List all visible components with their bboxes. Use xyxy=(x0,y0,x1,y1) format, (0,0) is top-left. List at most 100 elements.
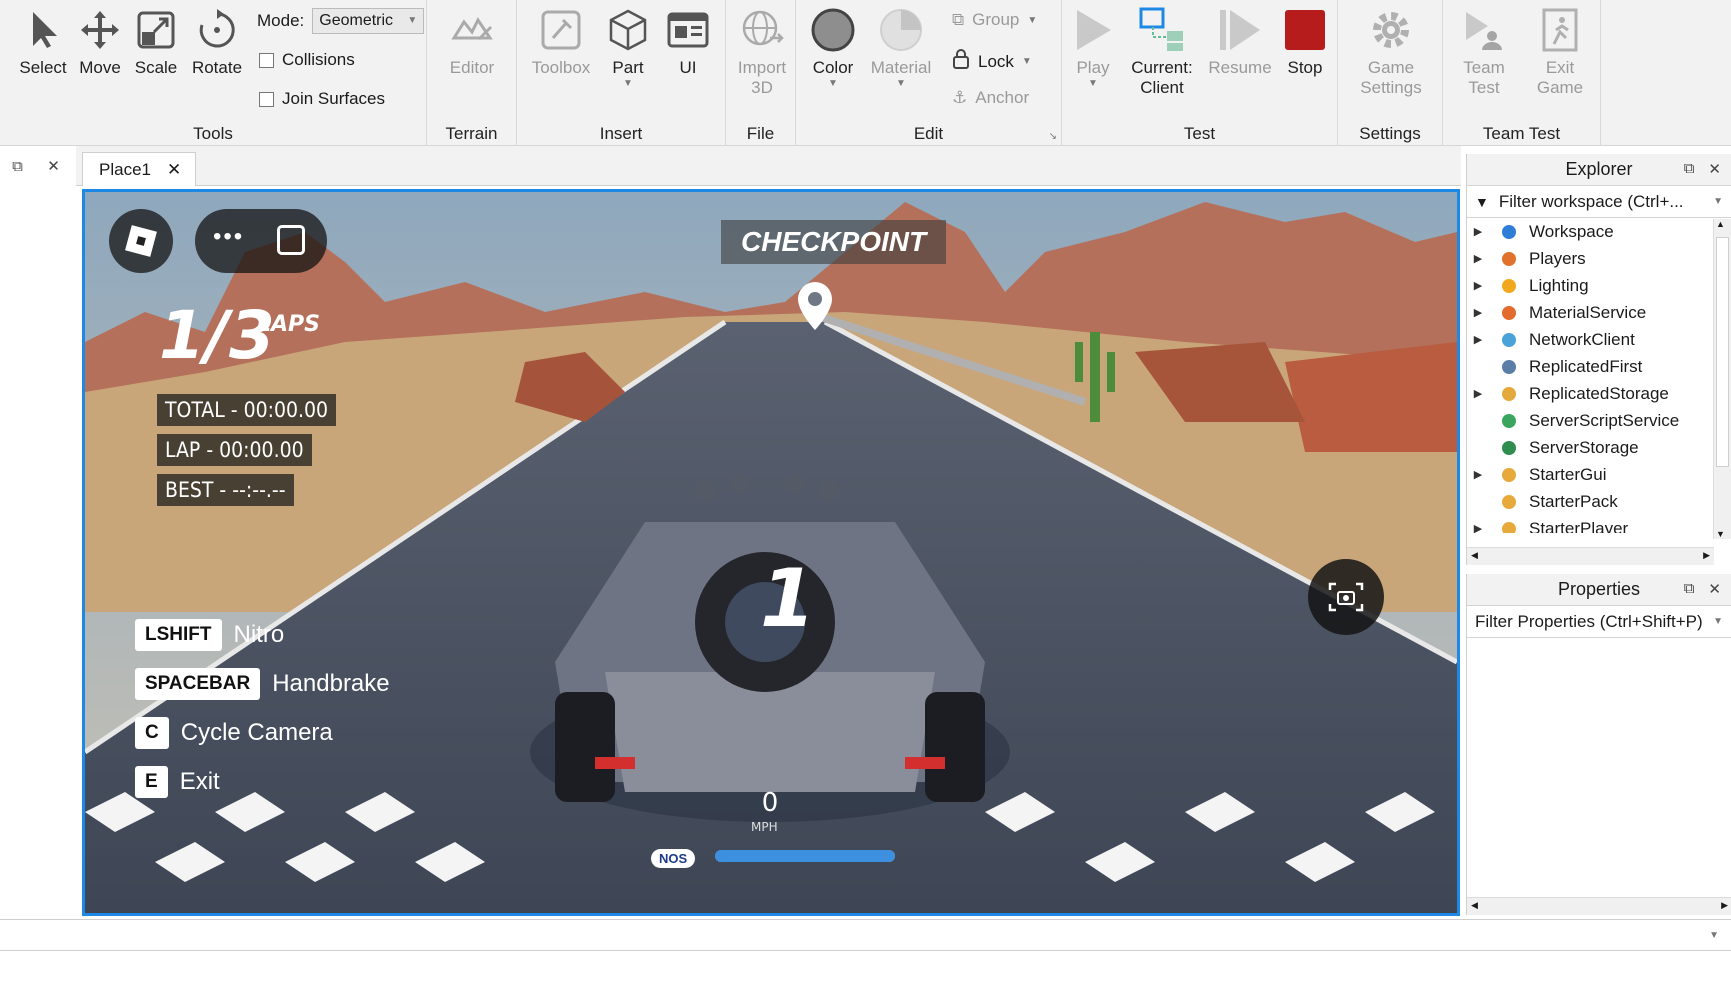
screenshot-button[interactable] xyxy=(1308,559,1384,635)
race-position: 1 xyxy=(760,552,816,645)
group-button[interactable]: ⧉ Group ▼ xyxy=(952,10,1037,30)
ribbon: Select Move Scale Rotate Mode: Geometric… xyxy=(0,0,1731,146)
chevron-down-icon[interactable]: ▼ xyxy=(1709,930,1719,941)
explorer-item[interactable]: ▶ MaterialService xyxy=(1467,299,1731,326)
game-settings-button[interactable]: Game Settings xyxy=(1354,6,1428,98)
expand-arrow-icon[interactable]: ▶ xyxy=(1467,279,1489,292)
explorer-item[interactable]: StarterPack xyxy=(1467,488,1731,515)
undock-icon[interactable]: ⧉ xyxy=(1684,160,1695,178)
expand-arrow-icon[interactable]: ▶ xyxy=(1467,522,1489,533)
lock-button[interactable]: Lock ▼ xyxy=(952,49,1032,74)
expand-arrow-icon[interactable]: ▶ xyxy=(1467,387,1489,400)
explorer-item[interactable]: ServerScriptService xyxy=(1467,407,1731,434)
explorer-vertical-scrollbar[interactable]: ▲ ▼ xyxy=(1713,219,1731,539)
stop-button[interactable]: Stop xyxy=(1280,6,1330,78)
scroll-left-icon[interactable]: ◀ xyxy=(1471,550,1478,561)
explorer-item[interactable]: ReplicatedFirst xyxy=(1467,353,1731,380)
explorer-item[interactable]: ▶ Workspace xyxy=(1467,218,1731,245)
resume-button[interactable]: Resume xyxy=(1208,6,1272,78)
document-tab-bar: Place1 ✕ xyxy=(76,146,1461,186)
chat-icon[interactable] xyxy=(277,225,305,255)
explorer-item[interactable]: ▶ Lighting xyxy=(1467,272,1731,299)
explorer-item[interactable]: ▶ StarterGui xyxy=(1467,461,1731,488)
explorer-item-label: NetworkClient xyxy=(1529,329,1635,349)
team-test-button[interactable]: Team Test xyxy=(1455,6,1513,98)
group-chevron-icon[interactable]: ▼ xyxy=(1027,15,1037,26)
lock-chevron-icon[interactable]: ▼ xyxy=(1022,56,1032,67)
file-group: Import 3D File xyxy=(726,0,796,146)
scroll-up-icon[interactable]: ▲ xyxy=(1716,219,1725,229)
map-pin-icon xyxy=(798,282,832,330)
move-tool[interactable]: Move xyxy=(76,6,124,78)
collisions-row[interactable]: Collisions xyxy=(259,50,355,70)
part-chevron-icon[interactable]: ▼ xyxy=(603,78,653,89)
close-icon[interactable]: ✕ xyxy=(1708,160,1721,178)
scroll-thumb[interactable] xyxy=(1716,237,1729,467)
scale-tool[interactable]: Scale xyxy=(132,6,180,78)
play-button[interactable]: Play ▼ xyxy=(1068,6,1118,89)
menu-pill: ••• xyxy=(195,209,327,273)
expand-corner-icon[interactable]: ↘ xyxy=(1049,131,1057,142)
expand-arrow-icon[interactable]: ▶ xyxy=(1467,468,1489,481)
select-label: Select xyxy=(19,58,67,77)
color-chevron-icon[interactable]: ▼ xyxy=(806,78,860,89)
close-icon[interactable]: ✕ xyxy=(47,157,60,175)
scroll-left-icon[interactable]: ◀ xyxy=(1471,900,1478,911)
explorer-item[interactable]: ▶ NetworkClient xyxy=(1467,326,1731,353)
close-tab-icon[interactable]: ✕ xyxy=(167,160,181,180)
command-bar[interactable]: ▼ xyxy=(0,919,1731,951)
roblox-menu-button[interactable] xyxy=(109,209,173,273)
explorer-item-label: ServerStorage xyxy=(1529,437,1639,457)
mode-dropdown[interactable]: Geometric ▼ xyxy=(312,8,425,34)
expand-arrow-icon[interactable]: ▶ xyxy=(1467,252,1489,265)
color-button[interactable]: Color ▼ xyxy=(806,6,860,89)
undock-icon[interactable]: ⧉ xyxy=(12,158,23,175)
terrain-editor-button[interactable]: Editor xyxy=(443,6,501,78)
team-test-group: Team Test Exit Game Team Test xyxy=(1443,0,1601,146)
ui-button[interactable]: UI xyxy=(663,6,713,78)
explorer-item-label: ReplicatedFirst xyxy=(1529,356,1643,376)
settings-group-label: Settings xyxy=(1359,124,1421,143)
join-surfaces-checkbox[interactable] xyxy=(259,91,274,107)
explorer-filter[interactable]: ▼ Filter workspace (Ctrl+... ▼ xyxy=(1467,186,1731,218)
properties-filter[interactable]: Filter Properties (Ctrl+Shift+P) ▼ xyxy=(1467,606,1731,638)
join-surfaces-row[interactable]: Join Surfaces xyxy=(259,89,385,109)
part-button[interactable]: Part ▼ xyxy=(603,6,653,89)
select-tool[interactable]: Select xyxy=(18,6,68,78)
properties-horizontal-scrollbar[interactable]: ◀ ▶ xyxy=(1467,897,1731,915)
explorer-item[interactable]: ▶ Players xyxy=(1467,245,1731,272)
tab-place1[interactable]: Place1 ✕ xyxy=(82,152,196,186)
expand-arrow-icon[interactable]: ▶ xyxy=(1467,306,1489,319)
scroll-right-icon[interactable]: ▶ xyxy=(1721,900,1728,911)
speed-unit: MPH xyxy=(751,820,778,834)
game-viewport[interactable]: ••• CHECKPOINT 1/3 LAPS TOTAL - 00:00.00… xyxy=(82,189,1460,916)
import-3d-button[interactable]: Import 3D xyxy=(734,6,790,98)
scroll-right-icon[interactable]: ▶ xyxy=(1703,550,1710,561)
explorer-item[interactable]: ▶ ReplicatedStorage xyxy=(1467,380,1731,407)
toolbox-button[interactable]: Toolbox xyxy=(529,6,593,78)
anchor-button[interactable]: ⚓ Anchor xyxy=(952,88,1029,108)
collisions-checkbox[interactable] xyxy=(259,52,274,68)
keyhint-3: E Exit xyxy=(135,766,220,798)
chevron-down-icon[interactable]: ▼ xyxy=(1713,616,1723,627)
expand-arrow-icon[interactable]: ▶ xyxy=(1467,333,1489,346)
explorer-horizontal-scrollbar[interactable]: ◀ ▶ xyxy=(1467,547,1714,565)
exit-game-button[interactable]: Exit Game xyxy=(1531,6,1589,98)
rotate-tool[interactable]: Rotate xyxy=(188,6,246,78)
explorer-item[interactable]: ▶ StarterPlayer xyxy=(1467,515,1731,533)
move-label: Move xyxy=(79,58,121,77)
mode-label: Mode: xyxy=(257,11,305,30)
scroll-down-icon[interactable]: ▼ xyxy=(1716,529,1725,539)
close-icon[interactable]: ✕ xyxy=(1708,580,1721,598)
material-button[interactable]: Material ▼ xyxy=(866,6,936,89)
explorer-item[interactable]: ServerStorage xyxy=(1467,434,1731,461)
current-client-button[interactable]: Current: Client xyxy=(1122,6,1202,98)
play-icon xyxy=(1069,6,1117,54)
undock-icon[interactable]: ⧉ xyxy=(1684,580,1695,598)
more-dots-icon[interactable]: ••• xyxy=(213,223,244,251)
expand-arrow-icon[interactable]: ▶ xyxy=(1467,225,1489,238)
part-label: Part xyxy=(612,58,644,77)
chevron-down-icon[interactable]: ▼ xyxy=(1713,196,1723,207)
material-chevron-icon[interactable]: ▼ xyxy=(866,78,936,89)
play-chevron-icon[interactable]: ▼ xyxy=(1068,78,1118,89)
